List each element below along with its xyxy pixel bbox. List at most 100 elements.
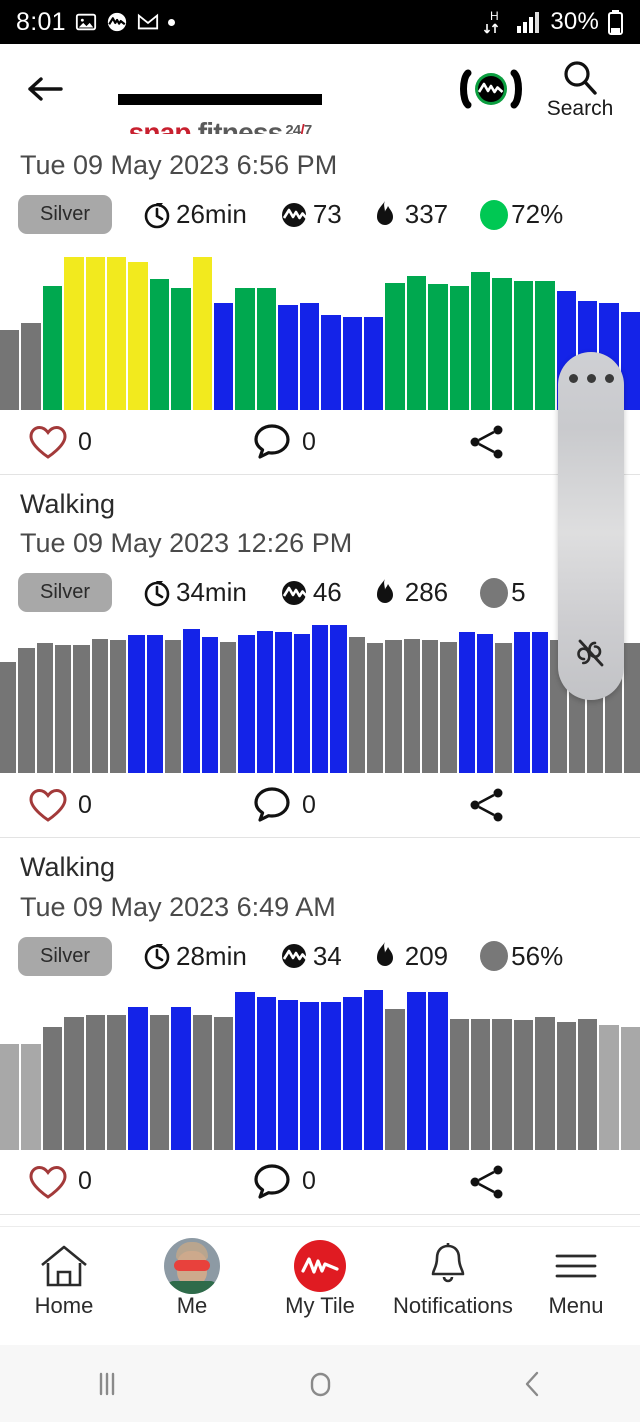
workout-title: Walking <box>20 852 116 883</box>
duration-value: 34min <box>176 577 247 608</box>
chart-bar <box>321 314 341 411</box>
chart-bar <box>201 637 219 774</box>
duration-stat: 28min <box>142 941 247 972</box>
status-bar: 8:01 H 30% <box>0 0 640 44</box>
network-hspa-icon: H <box>482 7 508 37</box>
workout-card[interactable]: Walking Tue 09 May 2023 12:26 PM Silver … <box>0 475 640 839</box>
chart-bar <box>64 1016 84 1150</box>
chart-bar <box>21 1043 41 1150</box>
chart-bar <box>293 633 310 774</box>
flame-icon <box>374 941 396 971</box>
card-actions: 0 0 <box>0 773 640 837</box>
workout-date: Tue 09 May 2023 6:49 AM <box>20 891 336 922</box>
workout-card[interactable]: Walking Tue 09 May 2023 6:49 AM Silver 2… <box>0 838 640 1215</box>
chart-bar <box>428 284 448 411</box>
workout-chart <box>0 982 640 1150</box>
stopwatch-icon <box>142 941 172 971</box>
like-button[interactable]: 0 <box>0 787 92 823</box>
my-tile-logo-button[interactable] <box>458 68 524 110</box>
comment-button[interactable]: 0 <box>252 785 316 825</box>
chart-bar <box>238 635 255 774</box>
chart-bar <box>107 1015 127 1150</box>
chart-bar <box>513 632 530 774</box>
floating-toolbar[interactable] <box>558 352 624 700</box>
share-icon <box>470 425 503 459</box>
card-actions: 0 0 <box>0 1150 640 1214</box>
chart-bar <box>21 323 41 411</box>
chart-bar <box>556 1022 576 1150</box>
logo-bar-top <box>118 94 322 105</box>
back-button[interactable] <box>14 72 76 106</box>
share-button[interactable] <box>466 785 508 825</box>
chart-bar <box>85 257 106 411</box>
effort-value: 73 <box>312 199 342 230</box>
chart-bar <box>192 1015 213 1150</box>
effort-value: 46 <box>312 577 342 608</box>
chart-bar <box>128 262 148 411</box>
chart-bar <box>311 624 329 774</box>
nav-item-home[interactable]: Home <box>0 1227 128 1319</box>
home-button[interactable] <box>213 1367 426 1401</box>
workout-date: Tue 09 May 2023 6:56 PM <box>20 150 338 180</box>
recents-button[interactable] <box>0 1368 213 1400</box>
chart-bar <box>366 643 384 774</box>
chart-bar <box>256 996 277 1150</box>
chart-bar <box>321 1001 341 1150</box>
chart-bar <box>330 624 347 774</box>
stopwatch-icon <box>142 578 172 608</box>
app-header: snap fitness 24/7 Search <box>0 44 640 172</box>
workout-card[interactable]: Tue 09 May 2023 6:56 PM Silver 26min 73 … <box>0 134 640 476</box>
chart-bar <box>55 644 72 774</box>
activity-pulse-icon <box>279 578 309 608</box>
avatar <box>164 1238 220 1294</box>
calories-stat: 286 <box>374 577 448 608</box>
like-button[interactable]: 0 <box>0 424 92 460</box>
back-chevron-icon <box>526 1371 539 1396</box>
chart-bar <box>449 286 469 411</box>
chart-bar <box>406 991 427 1150</box>
heart-icon <box>29 426 67 459</box>
more-options-icon[interactable] <box>568 374 614 383</box>
search-button[interactable]: Search <box>534 57 626 121</box>
effort-stat: 34 <box>279 941 342 972</box>
chart-bar <box>599 1025 619 1150</box>
activity-pulse-icon <box>279 200 309 230</box>
chart-bar <box>535 280 555 411</box>
nav-item-me[interactable]: Me <box>128 1227 256 1319</box>
share-button[interactable] <box>466 1162 508 1202</box>
workout-feed[interactable]: Tue 09 May 2023 6:56 PM Silver 26min 73 … <box>0 134 640 1226</box>
chart-bar <box>363 316 384 411</box>
chart-bar <box>107 257 127 411</box>
status-bar-right: H 30% <box>482 7 624 37</box>
chart-bar <box>440 641 457 774</box>
gmail-icon <box>137 12 159 32</box>
share-icon <box>470 1165 503 1199</box>
percent-dot-icon <box>480 941 509 972</box>
share-icon <box>470 788 503 822</box>
flame-icon <box>374 200 396 230</box>
share-button[interactable] <box>466 422 508 462</box>
home-circle-icon <box>310 1372 331 1396</box>
chart-bar <box>531 632 549 774</box>
workout-stats: Silver 28min 34 209 56% <box>0 927 640 982</box>
chart-bar <box>278 304 298 411</box>
recents-icon <box>99 1372 114 1395</box>
back-button-system[interactable] <box>427 1367 640 1401</box>
nav-item-menu[interactable]: Menu <box>512 1227 640 1319</box>
like-button[interactable]: 0 <box>0 1164 92 1200</box>
nav-item-my-tile[interactable]: My Tile <box>256 1227 384 1319</box>
comment-button[interactable]: 0 <box>252 1162 316 1202</box>
chart-bar <box>458 632 475 774</box>
snap-fitness-icon <box>106 11 128 33</box>
my-tile-logo-icon <box>460 69 522 109</box>
comment-button[interactable]: 0 <box>252 422 316 462</box>
screen-recorder-off-icon[interactable] <box>571 633 611 678</box>
effort-stat: 73 <box>279 199 342 230</box>
signal-bars-icon <box>516 10 542 34</box>
like-count: 0 <box>78 790 92 819</box>
workout-chart <box>0 240 640 411</box>
nav-item-notifications[interactable]: Notifications <box>384 1227 513 1319</box>
chart-bar <box>363 990 384 1150</box>
status-bar-clock: 8:01 <box>16 7 66 36</box>
chart-bar <box>348 637 365 774</box>
